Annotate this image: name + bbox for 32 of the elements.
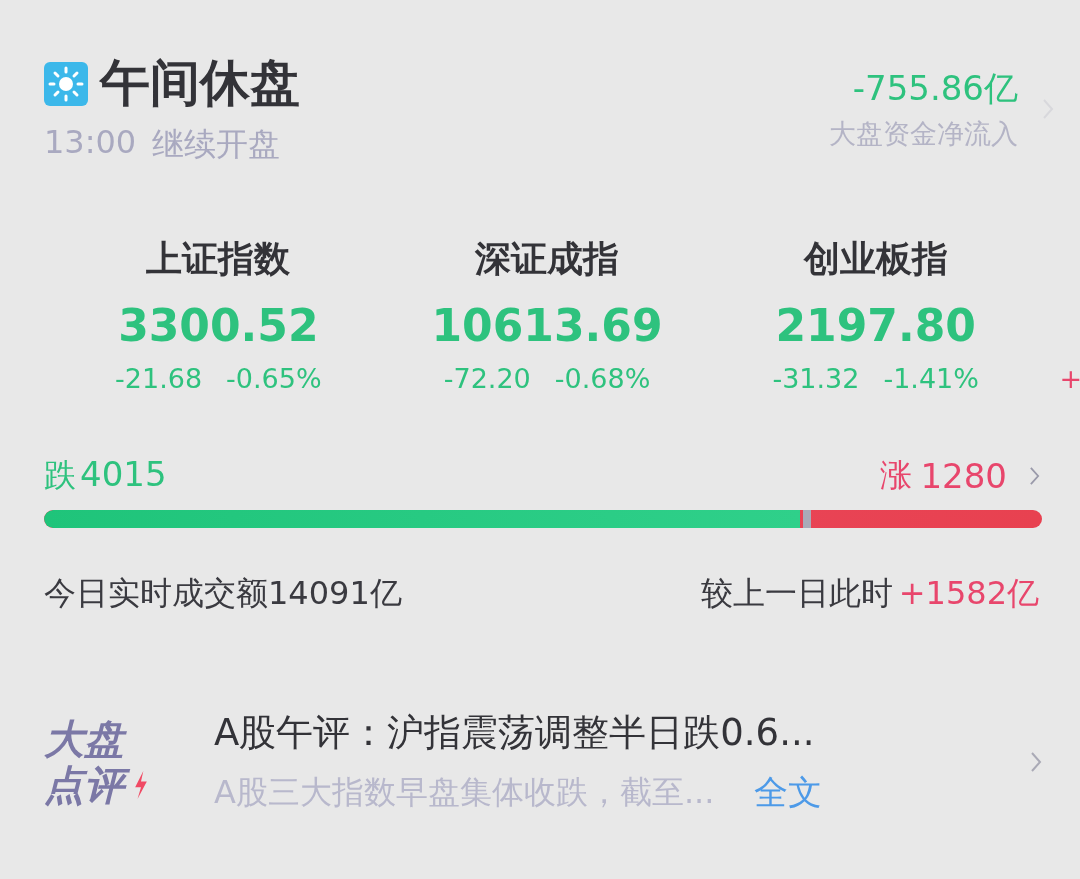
index-name: 深证成指	[475, 237, 619, 281]
index-percent: -0.68%	[554, 363, 651, 394]
sun-icon	[44, 61, 88, 106]
index-change: -21.68	[115, 363, 203, 394]
index-change: -31.32	[772, 363, 860, 394]
compare-value: +1582亿	[898, 573, 1039, 614]
chevron-right-icon[interactable]	[1030, 751, 1042, 773]
lightning-icon	[134, 771, 148, 799]
resume-label: 继续开盘	[152, 124, 281, 165]
decliners-label: 跌	[44, 455, 76, 496]
advancers-label: 涨	[880, 455, 913, 496]
index-value: 2197.80	[775, 300, 976, 351]
session-title: 午间休盘	[100, 53, 300, 114]
index-change: +	[1059, 363, 1080, 394]
decliners-count: 4015	[80, 454, 167, 496]
index-value: 10613.69	[431, 300, 663, 351]
resume-time: 13:00	[44, 123, 137, 163]
chevron-right-icon[interactable]	[1029, 466, 1040, 486]
index-percent: -1.41%	[883, 363, 979, 394]
index-percent: -0.65%	[226, 363, 322, 394]
index-name: 创业板指	[803, 237, 948, 281]
index-name: 上证指数	[146, 237, 291, 281]
logo-text: 大盘	[44, 716, 214, 762]
flat-marker	[803, 510, 812, 528]
net-inflow-value: -755.86亿	[852, 66, 1018, 110]
turnover-label: 今日实时成交额14091亿	[44, 573, 402, 614]
logo-text: 点评	[44, 762, 132, 808]
compare-label: 较上一日此时	[700, 573, 893, 614]
advancers-count: 1280	[920, 456, 1007, 496]
index-value: 3300.52	[118, 300, 319, 351]
index-change: -72.20	[443, 363, 531, 394]
news-headline[interactable]: A股午评：沪指震荡调整半日跌0.6...	[214, 708, 1030, 758]
